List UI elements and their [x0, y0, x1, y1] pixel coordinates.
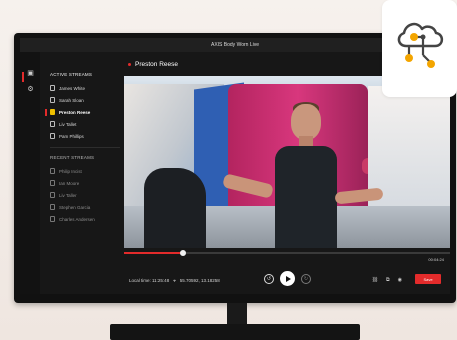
camera-icon: [50, 121, 55, 127]
stream-title: Preston Reese: [128, 61, 178, 68]
local-time: Local time: 11:25:48: [129, 278, 170, 283]
camera-icon: [50, 133, 55, 139]
monitor-stand-base: [110, 324, 360, 340]
active-stream-item[interactable]: James White: [50, 85, 85, 91]
settings-icon[interactable]: ⚙: [27, 86, 34, 93]
stream-label: Pam Phillips: [59, 133, 84, 139]
stream-label: Liv Taller: [59, 192, 77, 198]
stream-label: Preston Reese: [59, 109, 91, 115]
stream-title-label: Preston Reese: [135, 61, 178, 68]
camera-icon: [50, 85, 55, 91]
product-display-stage: AXIS Body Worn Live ▣ ⚙ ACTIVE STREAMS J…: [0, 0, 457, 340]
camera-icon: [50, 216, 55, 222]
camera-icon: [50, 109, 55, 115]
sidebar-divider: [50, 147, 120, 148]
recent-streams-heading: RECENT STREAMS: [50, 155, 95, 160]
cloud-network-icon: [397, 22, 444, 68]
recent-stream-item[interactable]: Liv Taller: [50, 192, 77, 198]
camera-icon: [50, 192, 55, 198]
time-location: Local time: 11:25:48 ⌖ 55.70592, 13.1825…: [129, 278, 220, 283]
recent-stream-item[interactable]: Charles Andersen: [50, 216, 95, 222]
stream-label: Liv Tallet: [59, 121, 77, 127]
active-stream-item[interactable]: Pam Phillips: [50, 133, 84, 139]
person-head: [291, 104, 321, 140]
recent-stream-item[interactable]: Stephen Garcia: [50, 204, 90, 210]
stream-label: Philip Incist: [59, 168, 82, 174]
stream-label: James White: [59, 85, 86, 91]
camera-icon: [50, 204, 55, 210]
progress-handle[interactable]: [179, 250, 186, 256]
active-streams-heading: ACTIVE STREAMS: [50, 72, 93, 77]
person-shirt: [275, 146, 337, 248]
camera-icon: [50, 97, 55, 103]
video-person: [222, 102, 384, 248]
rewind-icon[interactable]: ↺: [264, 273, 274, 284]
window-title: AXIS Body Worn Live: [211, 42, 259, 48]
camera-icon[interactable]: ▣: [27, 70, 34, 77]
video-progress-bar[interactable]: [124, 250, 450, 256]
recent-stream-item[interactable]: Ian Moore: [50, 180, 79, 186]
live-indicator: [128, 63, 131, 66]
save-button[interactable]: Save: [415, 274, 441, 284]
active-rail-marker: [22, 72, 24, 82]
active-stream-item[interactable]: Sarah Sloan: [50, 97, 84, 103]
pin-icon: ⌖: [173, 278, 176, 283]
cloud-network-card: [382, 0, 457, 97]
copy-icon[interactable]: ⧉: [386, 278, 390, 283]
stream-label: Charles Andersen: [59, 216, 95, 222]
active-stream-item-selected[interactable]: Preston Reese: [44, 109, 91, 116]
live-video[interactable]: [124, 76, 450, 248]
stream-label: Stephen Garcia: [59, 204, 91, 210]
video-foreground-jacket: [144, 168, 206, 248]
navigation-rail: ▣ ⚙: [20, 52, 40, 294]
play-button[interactable]: [280, 271, 295, 286]
link-icon[interactable]: ⛓: [372, 278, 378, 283]
gps-coordinates: 55.70592, 13.18258: [179, 278, 220, 283]
active-stream-item[interactable]: Liv Tallet: [50, 121, 76, 127]
stream-label: Sarah Sloan: [59, 97, 84, 103]
camera-icon: [50, 180, 55, 186]
player-toolbar: Local time: 11:25:48 ⌖ 55.70592, 13.1825…: [120, 264, 450, 294]
stream-label: Ian Moore: [59, 180, 80, 186]
progress-fill: [124, 252, 183, 254]
forward-icon[interactable]: ↻: [301, 273, 311, 284]
recent-stream-item[interactable]: Philip Incist: [50, 168, 82, 174]
playback-controls: ↺ ↻: [264, 271, 311, 286]
stream-tools: ⛓ ⧉ ◉: [372, 278, 402, 283]
streams-sidebar: ACTIVE STREAMS James White Sarah Sloan P…: [40, 52, 120, 294]
stream-duration: 00:04:24: [428, 257, 444, 262]
eye-icon[interactable]: ◉: [398, 278, 402, 283]
camera-icon: [50, 168, 55, 174]
